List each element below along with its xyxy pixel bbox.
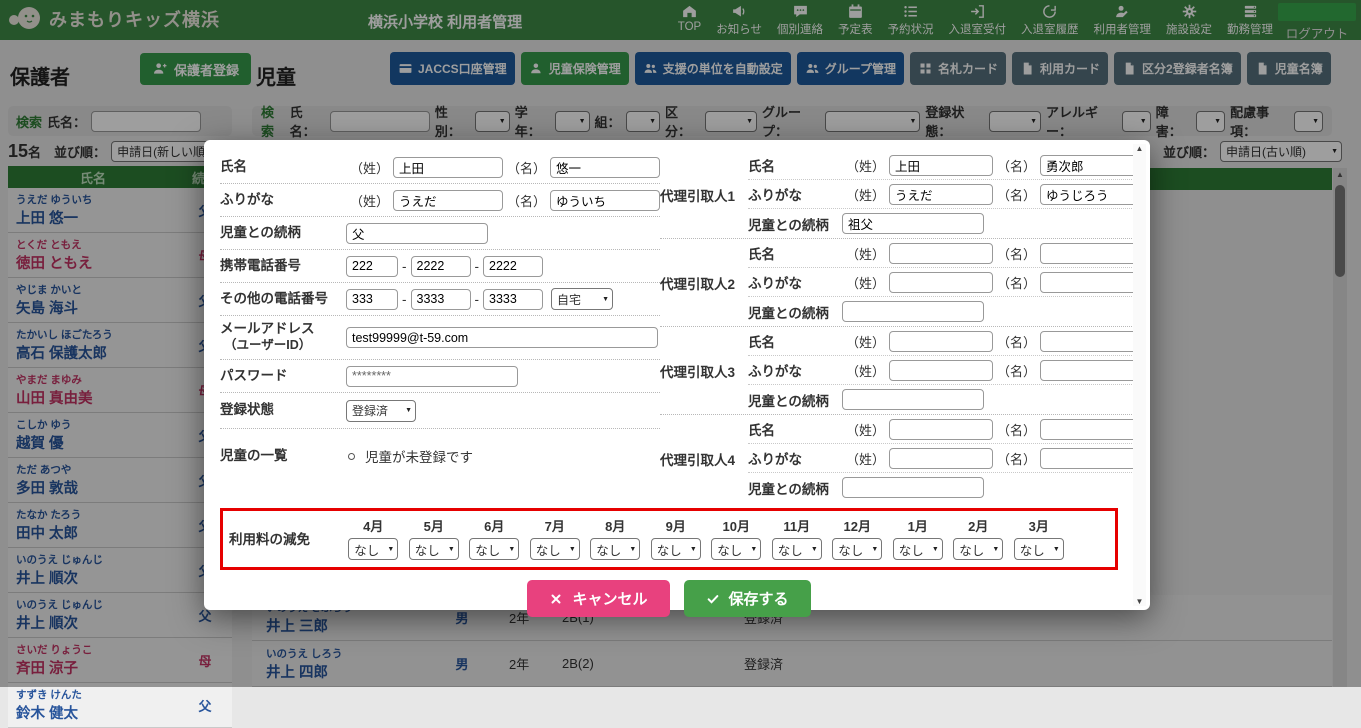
fee-month-select-8[interactable]: なし▼ [590, 538, 640, 560]
proxy-pickup-3: 代理引取人3 氏名（姓）（名） ふりがな（姓）（名） 児童との続柄 [660, 327, 1144, 415]
check-icon [706, 592, 720, 606]
guardian-edit-modal: 氏名 （姓） （名） ふりがな （姓） （名） 児童との続柄 [204, 140, 1150, 610]
guardian-row[interactable]: すずき けんた鈴木 健太 父 [8, 683, 232, 728]
save-button[interactable]: 保存する [684, 580, 811, 617]
modal-actions: キャンセル 保存する [220, 580, 1118, 617]
mobile-phone-part3-input[interactable] [483, 256, 543, 277]
proxy1-first-kana-input[interactable] [1040, 184, 1144, 205]
proxy1-last-kana-input[interactable] [889, 184, 993, 205]
proxy2-relation-input[interactable] [842, 301, 984, 322]
fee-month-select-1[interactable]: なし▼ [893, 538, 943, 560]
proxy1-relation-input[interactable] [842, 213, 984, 234]
proxy2-last-kana-input[interactable] [889, 272, 993, 293]
last-name-input[interactable] [393, 157, 503, 178]
relation-input[interactable] [346, 223, 488, 244]
proxy3-last-kana-input[interactable] [889, 360, 993, 381]
fee-month-select-3[interactable]: なし▼ [1014, 538, 1064, 560]
proxy3-relation-input[interactable] [842, 389, 984, 410]
fee-month-select-7[interactable]: なし▼ [530, 538, 580, 560]
children-list-row: 児童の一覧 児童が未登録です [220, 435, 660, 477]
last-name-kana-input[interactable] [393, 190, 503, 211]
email-input[interactable] [346, 327, 658, 348]
other-phone-part3-input[interactable] [483, 289, 543, 310]
modal-right-column: 代理引取人1 氏名（姓）（名） ふりがな（姓）（名） 児童との続柄 代理引取人2… [660, 151, 1144, 502]
relation-row: 児童との続柄 [220, 217, 660, 250]
proxy3-first-kana-input[interactable] [1040, 360, 1144, 381]
empty-bullet-icon [348, 453, 355, 460]
modal-scroll-up-arrow[interactable]: ▲ [1136, 144, 1144, 153]
fee-month-select-10[interactable]: なし▼ [711, 538, 761, 560]
mobile-phone-part2-input[interactable] [411, 256, 471, 277]
modal-scroll-down-arrow[interactable]: ▼ [1136, 597, 1144, 606]
proxy1-last-name-input[interactable] [889, 155, 993, 176]
other-phone-row: その他の電話番号 - - 自宅▼ [220, 283, 660, 316]
proxy-pickup-1: 代理引取人1 氏名（姓）（名） ふりがな（姓）（名） 児童との続柄 [660, 151, 1144, 239]
proxy4-first-kana-input[interactable] [1040, 448, 1144, 469]
password-input[interactable] [346, 366, 518, 387]
fee-reduction-section: 利用料の減免 4月なし▼ 5月なし▼ 6月なし▼ 7月なし▼ 8月なし▼ 9月な… [220, 508, 1118, 570]
furigana-row: ふりがな （姓） （名） [220, 184, 660, 217]
other-phone-part2-input[interactable] [411, 289, 471, 310]
fee-month-select-12[interactable]: なし▼ [832, 538, 882, 560]
mobile-phone-row: 携帯電話番号 - - [220, 250, 660, 283]
password-row: パスワード [220, 360, 660, 393]
fee-month-select-9[interactable]: なし▼ [651, 538, 701, 560]
registration-status-select[interactable]: 登録済▼ [346, 400, 416, 422]
modal-scrollbar[interactable]: ▲ ▼ [1133, 144, 1146, 606]
modal-left-column: 氏名 （姓） （名） ふりがな （姓） （名） 児童との続柄 [220, 151, 660, 502]
cancel-button[interactable]: キャンセル [527, 580, 669, 617]
first-name-kana-input[interactable] [550, 190, 660, 211]
name-row: 氏名 （姓） （名） [220, 151, 660, 184]
proxy2-first-name-input[interactable] [1040, 243, 1144, 264]
registration-status-row: 登録状態 登録済▼ [220, 393, 660, 429]
first-name-input[interactable] [550, 157, 660, 178]
proxy4-last-kana-input[interactable] [889, 448, 993, 469]
proxy-pickup-2: 代理引取人2 氏名（姓）（名） ふりがな（姓）（名） 児童との続柄 [660, 239, 1144, 327]
fee-month-select-6[interactable]: なし▼ [469, 538, 519, 560]
other-phone-part1-input[interactable] [346, 289, 398, 310]
proxy4-relation-input[interactable] [842, 477, 984, 498]
fee-month-select-2[interactable]: なし▼ [953, 538, 1003, 560]
proxy2-last-name-input[interactable] [889, 243, 993, 264]
fee-month-select-4[interactable]: なし▼ [348, 538, 398, 560]
fee-month-select-11[interactable]: なし▼ [772, 538, 822, 560]
proxy3-first-name-input[interactable] [1040, 331, 1144, 352]
proxy2-first-kana-input[interactable] [1040, 272, 1144, 293]
proxy4-last-name-input[interactable] [889, 419, 993, 440]
mobile-phone-part1-input[interactable] [346, 256, 398, 277]
proxy3-last-name-input[interactable] [889, 331, 993, 352]
fee-month-select-5[interactable]: なし▼ [409, 538, 459, 560]
proxy-pickup-4: 代理引取人4 氏名（姓）（名） ふりがな（姓）（名） 児童との続柄 [660, 415, 1144, 502]
proxy1-first-name-input[interactable] [1040, 155, 1144, 176]
x-icon [549, 592, 563, 606]
phone-type-select[interactable]: 自宅▼ [551, 288, 613, 310]
proxy4-first-name-input[interactable] [1040, 419, 1144, 440]
email-row: メールアドレス （ユーザーID） [220, 316, 660, 360]
